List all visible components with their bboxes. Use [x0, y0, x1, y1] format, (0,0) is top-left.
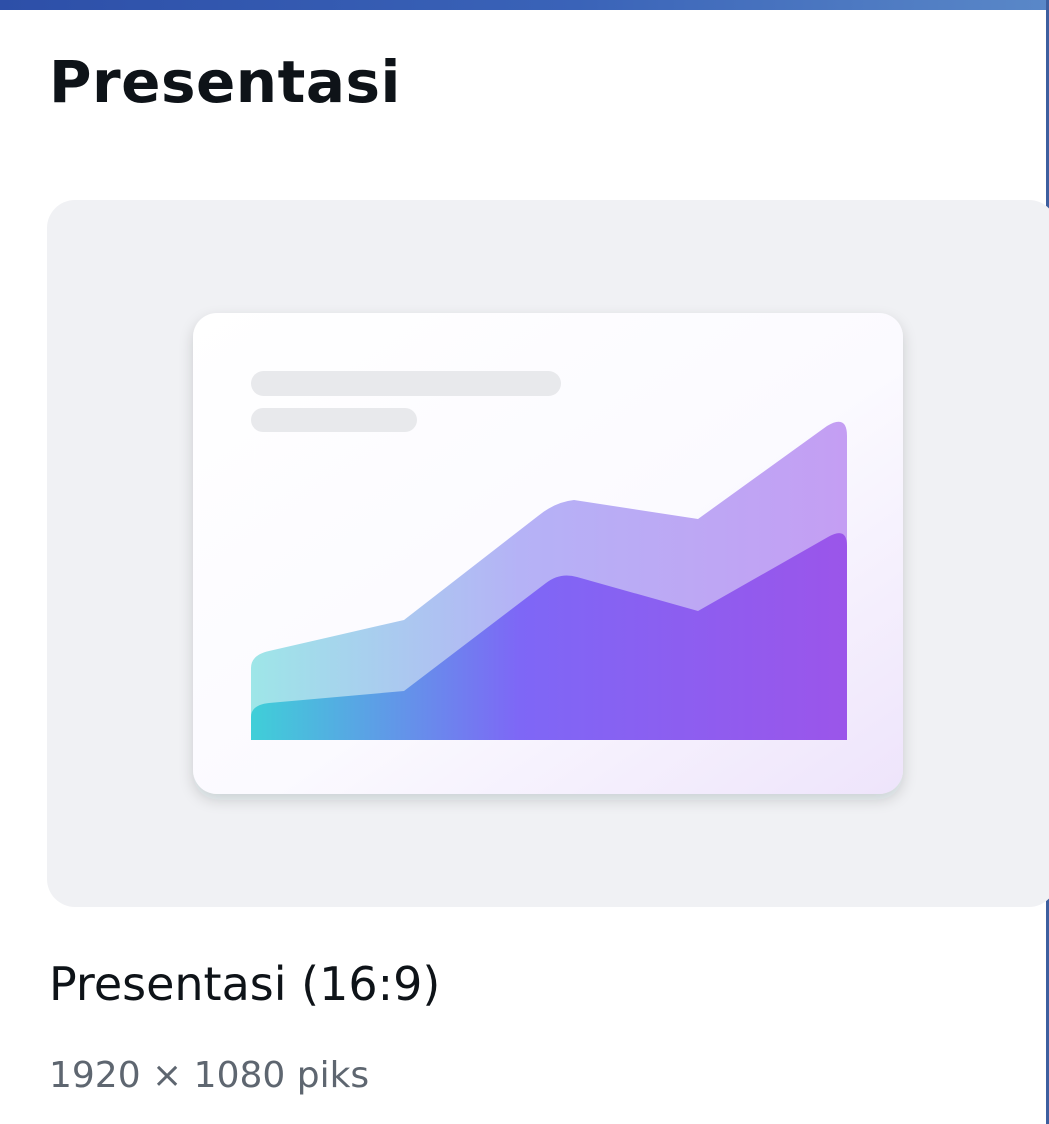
area-chart-slide-icon: [193, 313, 903, 794]
section-title: Presentasi: [49, 48, 401, 116]
design-option-name[interactable]: Presentasi (16:9): [49, 957, 440, 1012]
title-placeholder-bar: [251, 371, 561, 396]
design-option-dimensions: 1920 × 1080 piks: [49, 1055, 370, 1096]
design-thumbnail-card[interactable]: [47, 200, 1049, 907]
subtitle-placeholder-bar: [251, 408, 417, 432]
window-top-bar: [0, 0, 1049, 10]
